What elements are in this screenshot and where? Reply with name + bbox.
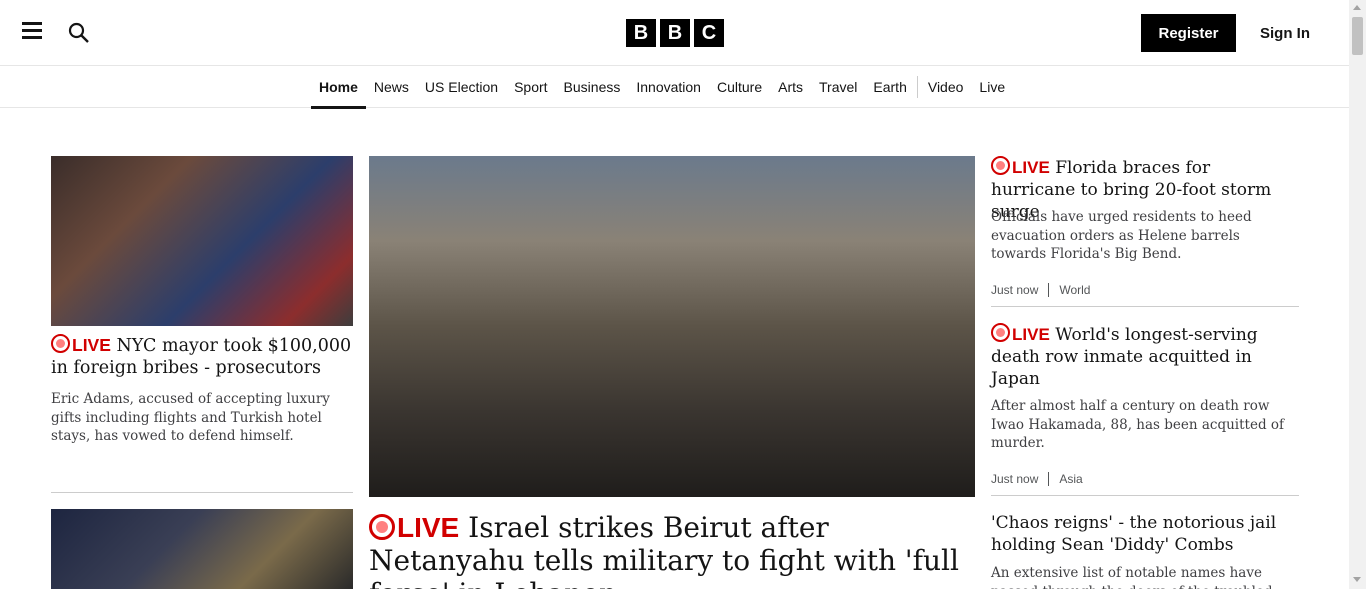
japan-headline[interactable]: LIVE World's longest-serving death row i… [991, 323, 1299, 390]
nav-item-news[interactable]: News [366, 66, 417, 108]
nav-item-travel[interactable]: Travel [811, 66, 865, 108]
logo-letter: C [694, 19, 724, 47]
divider [51, 492, 353, 493]
meta-separator [1048, 472, 1050, 486]
live-label: LIVE [397, 512, 460, 543]
live-icon [991, 156, 1010, 175]
logo-letter: B [626, 19, 656, 47]
nav-item-business[interactable]: Business [556, 66, 629, 108]
timestamp: Just now [991, 472, 1039, 486]
diddy-headline[interactable]: 'Chaos reigns' - the notorious jail hold… [991, 512, 1299, 556]
logo-letter: B [660, 19, 690, 47]
scroll-thumb[interactable] [1352, 17, 1363, 55]
main-navigation: Home News US Election Sport Business Inn… [0, 66, 1349, 109]
florida-summary: Officials have urged residents to heed e… [991, 209, 1252, 262]
scroll-up-arrow-icon[interactable] [1353, 5, 1361, 10]
nav-item-home[interactable]: Home [311, 66, 366, 109]
nyc-headline[interactable]: LIVE NYC mayor took $100,000 in foreign … [51, 334, 353, 379]
nav-item-sport[interactable]: Sport [506, 66, 555, 108]
live-icon [51, 334, 70, 353]
nyc-mayor-image[interactable] [51, 156, 353, 326]
register-button[interactable]: Register [1141, 14, 1236, 52]
diddy-summary: An extensive list of notable names have … [991, 565, 1273, 589]
florida-meta: Just now World [991, 283, 1090, 297]
nav-item-culture[interactable]: Culture [709, 66, 770, 108]
timestamp: Just now [991, 283, 1039, 297]
live-icon [991, 323, 1010, 342]
sign-in-button[interactable]: Sign In [1260, 14, 1310, 52]
meta-separator [1048, 283, 1050, 297]
live-icon [369, 514, 395, 540]
beirut-headline[interactable]: LIVE Israel strikes Beirut after Netanya… [369, 511, 975, 589]
section-label[interactable]: Asia [1059, 472, 1082, 486]
hamburger-icon[interactable] [22, 22, 42, 44]
japan-summary: After almost half a century on death row… [991, 398, 1285, 451]
japan-meta: Just now Asia [991, 472, 1083, 486]
second-story-image[interactable] [51, 509, 353, 589]
divider [991, 495, 1299, 496]
nav-item-live[interactable]: Live [971, 66, 1013, 108]
beirut-strike-image[interactable] [369, 156, 975, 497]
nav-item-us-election[interactable]: US Election [417, 66, 506, 108]
nav-divider [916, 76, 918, 98]
search-icon[interactable] [68, 22, 92, 46]
live-label: LIVE [1012, 158, 1050, 177]
site-header: B B C Register Sign In [0, 0, 1349, 66]
scroll-down-arrow-icon[interactable] [1353, 577, 1361, 582]
live-label: LIVE [1012, 325, 1050, 344]
nav-item-earth[interactable]: Earth [865, 66, 914, 108]
nav-item-innovation[interactable]: Innovation [628, 66, 709, 108]
bbc-logo[interactable]: B B C [626, 19, 724, 47]
nyc-summary: Eric Adams, accused of accepting luxury … [51, 391, 330, 444]
divider [991, 306, 1299, 307]
nav-item-video[interactable]: Video [920, 66, 972, 108]
section-label[interactable]: World [1059, 283, 1090, 297]
live-label: LIVE [72, 335, 111, 355]
page-scrollbar[interactable] [1349, 0, 1366, 589]
nav-item-arts[interactable]: Arts [770, 66, 811, 108]
